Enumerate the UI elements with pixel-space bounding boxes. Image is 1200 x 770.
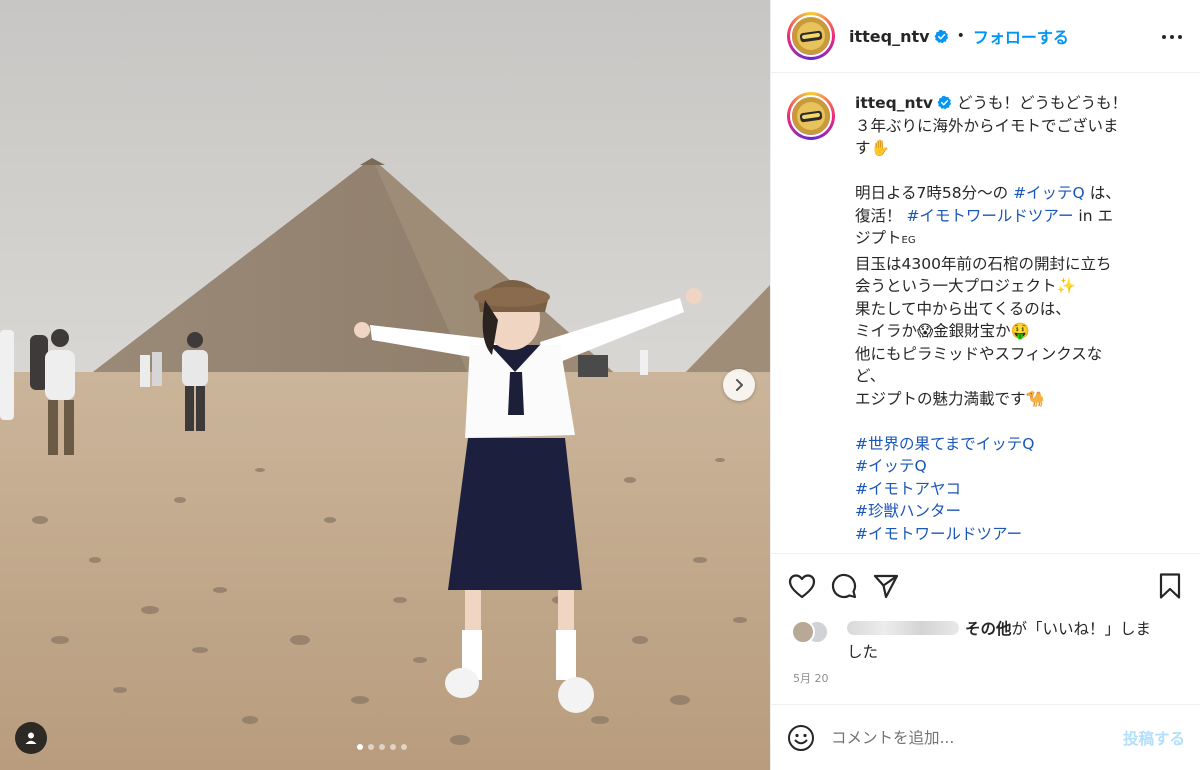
caption-line: 他にもピラミッドやスフィンクスな [855, 343, 1175, 366]
caption-line: 復活！ #イモトワールドツアー in エ [855, 205, 1175, 228]
hashtag-link[interactable]: #珍獣ハンター [855, 502, 961, 520]
avatar [791, 620, 815, 644]
liker-avatars[interactable] [787, 618, 847, 648]
hashtag-link[interactable]: #イモトワールドツアー [906, 207, 1073, 225]
heart-icon [788, 574, 816, 599]
caption-line: 会うという一大プロジェクト✨ [855, 275, 1175, 298]
post-actions: その他が「いいね！」しま した 5月 20 [771, 553, 1200, 703]
avatar[interactable] [787, 12, 835, 60]
save-button[interactable] [1155, 571, 1185, 601]
caption-text-span: 明日よる7時58分〜の [855, 184, 1014, 202]
blurred-username[interactable] [847, 621, 959, 635]
comment-icon [831, 573, 857, 599]
caption-line: 明日よる7時58分〜の #イッテQ は、 [855, 182, 1175, 205]
caption-line: ジプトEG [855, 227, 1175, 253]
share-button[interactable] [871, 571, 901, 601]
caption-text-span: ジプト [855, 229, 902, 247]
post-photo [0, 0, 770, 770]
caption-line: ３年ぶりに海外からイモトでございま [855, 115, 1175, 138]
caption-line: #イモトワールドツアー [855, 523, 1175, 546]
caption-line: ミイラか😱金銀財宝か🤑 [855, 320, 1175, 343]
caption-text-span: 復活！ [855, 206, 907, 225]
carousel-indicator [357, 744, 407, 750]
like-button[interactable] [787, 571, 817, 601]
caption-line: ど、 [855, 365, 1175, 388]
caption-line: #イモトアヤコ [855, 478, 1175, 501]
separator: • [956, 28, 965, 44]
caption-line: #イッテQ [855, 455, 1175, 478]
carousel-dot [401, 744, 407, 750]
caption-first-line: itteq_ntv どうも！どうもどうも！ [855, 92, 1175, 115]
caption-text-span: す✋ [855, 139, 890, 157]
post-side-panel: itteq_ntv • フォローする itteq_ntv どうも！どうもどうも！… [770, 0, 1200, 770]
chevron-right-icon [736, 379, 743, 391]
likes-suffix: が「いいね！」しま [1011, 620, 1152, 638]
post-comment-button[interactable]: 投稿する [1123, 727, 1185, 749]
likes-summary: その他が「いいね！」しま した [787, 618, 1185, 664]
caption-line: 果たして中から出てくるのは、 [855, 298, 1175, 321]
follow-button[interactable]: フォローする [973, 24, 1069, 48]
flag-emoji: EG [901, 235, 916, 246]
caption-text-span: 果たして中から出てくるのは、 [855, 299, 1071, 318]
caption-text-span: ミイラか😱金銀財宝か🤑 [855, 322, 1030, 340]
caption-line: す✋ [855, 137, 1175, 160]
post-media[interactable] [0, 0, 770, 770]
hashtag-link[interactable]: #イッテQ [1013, 184, 1085, 202]
caption-text-span: ３年ぶりに海外からイモトでございま [855, 116, 1119, 135]
caption-text: itteq_ntv どうも！どうもどうも！ ３年ぶりに海外からイモトでございます… [855, 92, 1175, 545]
caption-line: #珍獣ハンター [855, 500, 1175, 523]
likes-text: その他が「いいね！」しま した [847, 618, 1185, 664]
more-options-icon[interactable] [1160, 27, 1184, 47]
caption-text-span: 目玉は4300年前の石棺の開封に立ち [855, 254, 1112, 273]
caption-line: 目玉は4300年前の石棺の開封に立ち [855, 253, 1175, 276]
hashtag-link[interactable]: #イッテQ [855, 457, 927, 475]
carousel-dot [368, 744, 374, 750]
comment-button[interactable] [829, 571, 859, 601]
verified-icon [934, 29, 948, 43]
post-header: itteq_ntv • フォローする [771, 0, 1200, 73]
bookmark-icon [1159, 573, 1181, 599]
carousel-next-button[interactable] [723, 369, 755, 401]
caption-text-span: in エ [1073, 206, 1113, 225]
hashtag-link[interactable]: #イモトアヤコ [855, 480, 961, 498]
username[interactable]: itteq_ntv [849, 27, 930, 46]
profile-logo-image [792, 97, 830, 135]
carousel-dot [379, 744, 385, 750]
caption-text-span: は、 [1084, 184, 1121, 202]
post-date[interactable]: 5月 20 [793, 670, 1185, 686]
comment-bar: 投稿する [771, 704, 1200, 770]
hashtag-link[interactable]: #イモトワールドツアー [855, 525, 1022, 543]
caption-line: どうも！どうもどうも！ [957, 94, 1127, 112]
emoji-icon[interactable] [787, 724, 815, 752]
tagged-users-button[interactable] [15, 722, 47, 754]
others-link[interactable]: その他 [965, 620, 1012, 638]
caption-text-span: どうも！どうもどうも！ [956, 94, 1128, 112]
caption-line: #世界の果てまでイッテQ [855, 433, 1175, 456]
carousel-dot [357, 744, 363, 750]
caption-text-span: 会うという一大プロジェクト✨ [855, 277, 1076, 295]
caption-section: itteq_ntv どうも！どうもどうも！ ３年ぶりに海外からイモトでございます… [771, 74, 1200, 552]
hashtag-link[interactable]: #世界の果てまでイッテQ [855, 435, 1034, 453]
caption-text-span: エジプトの魅力満載です🐪 [855, 389, 1045, 408]
profile-logo-image [792, 17, 830, 55]
carousel-dot [390, 744, 396, 750]
caption-line: エジプトの魅力満載です🐪 [855, 388, 1175, 411]
comment-input[interactable] [831, 728, 1123, 747]
user-tag-icon [25, 732, 37, 744]
caption-text-span: ど、 [855, 367, 886, 385]
verified-icon [937, 95, 952, 110]
caption-avatar[interactable] [787, 92, 835, 140]
share-icon [873, 574, 899, 599]
caption-text-span: 他にもピラミッドやスフィンクスな [855, 344, 1103, 363]
likes-suffix-cont: した [847, 643, 879, 661]
caption-username[interactable]: itteq_ntv [855, 94, 933, 112]
